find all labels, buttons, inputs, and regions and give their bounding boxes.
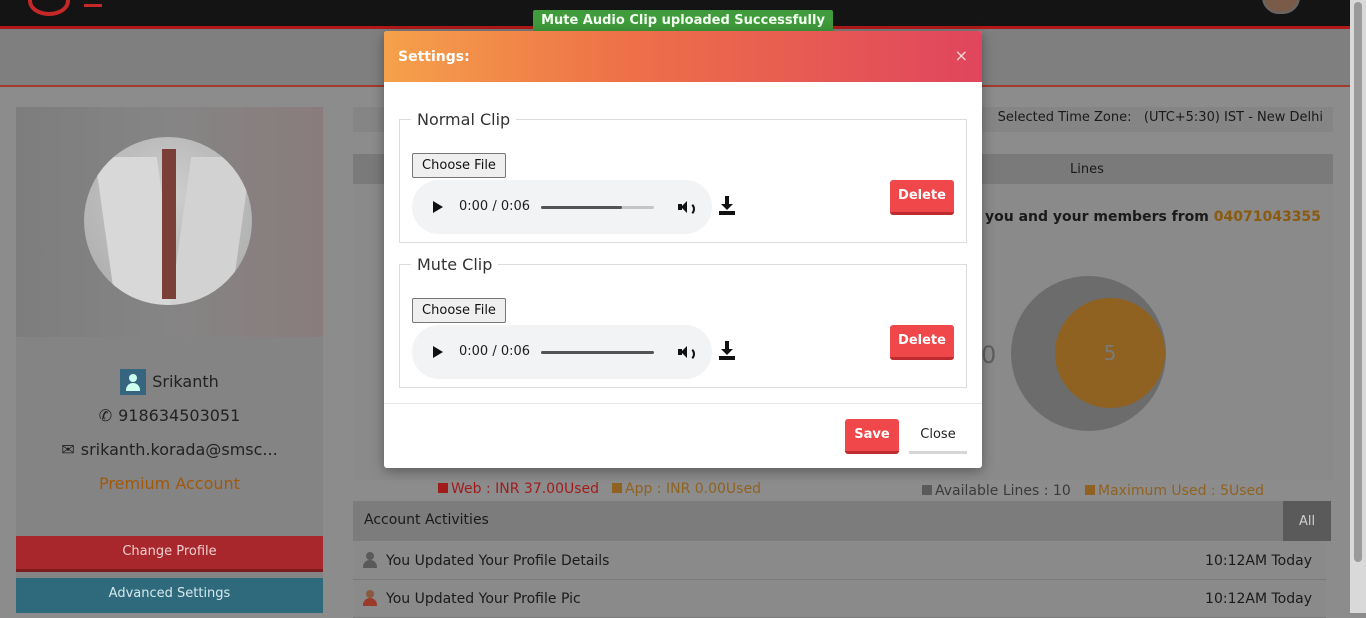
activity-time: 10:12AM Today <box>1205 553 1312 569</box>
volume-icon[interactable] <box>678 200 695 216</box>
audio-seek-fill <box>541 351 654 354</box>
normal-clip-audio-player: 0:00 / 0:06 <box>412 180 712 234</box>
legend-app: App : INR 0.00Used <box>612 481 761 497</box>
normal-clip-legend: Normal Clip <box>417 110 511 129</box>
audio-time: 0:00 / 0:06 <box>459 199 531 214</box>
profile-email-row: ✉ srikanth.korada@smsc... <box>16 433 323 467</box>
activity-text: You Updated Your Profile Details <box>386 553 610 569</box>
audio-seek-fill <box>541 206 623 209</box>
success-toast: Mute Audio Clip uploaded Successfully <box>533 10 833 33</box>
donut-chart-center: 5 <box>1055 298 1165 408</box>
play-icon[interactable] <box>433 201 443 213</box>
settings-modal: Settings: × Normal Clip Choose File 0:00… <box>384 31 982 468</box>
user-pic-icon <box>362 590 378 606</box>
legend-maximum-swatch <box>1085 485 1095 495</box>
close-button[interactable]: Close <box>909 419 967 454</box>
legend-app-swatch <box>612 483 622 493</box>
change-profile-button[interactable]: Change Profile <box>16 536 323 572</box>
audio-seek-bar[interactable] <box>541 351 654 354</box>
save-button[interactable]: Save <box>845 419 899 454</box>
user-avatar[interactable] <box>1262 0 1300 14</box>
profile-name-row: Srikanth <box>16 365 323 399</box>
tab-lines[interactable]: Lines <box>1070 162 1104 177</box>
timezone-label: Selected Time Zone: <box>997 110 1132 125</box>
timezone-value[interactable]: (UTC+5:30) IST - New Delhi <box>1144 110 1323 125</box>
legend-web-swatch <box>438 483 448 493</box>
modal-title: Settings: <box>398 49 470 65</box>
profile-phone: 918634503051 <box>118 406 241 425</box>
mute-clip-legend: Mute Clip <box>417 255 493 274</box>
volume-icon[interactable] <box>678 345 695 361</box>
lines-number: 04071043355 <box>1213 209 1321 225</box>
profile-card: Srikanth ✆ 918634503051 ✉ srikanth.korad… <box>16 107 323 613</box>
activities-all-button[interactable]: All <box>1283 501 1331 541</box>
scrollbar-thumb[interactable] <box>1354 2 1362 562</box>
brand-logo[interactable] <box>28 0 70 16</box>
modal-footer-divider <box>384 403 982 404</box>
mute-clip-audio-player: 0:00 / 0:06 <box>412 325 712 379</box>
profile-phone-row: ✆ 918634503051 <box>16 399 323 433</box>
timezone-text: Selected Time Zone: (UTC+5:30) IST - New… <box>998 110 1323 125</box>
activity-row[interactable]: You Updated Your Profile Pic 10:12AM Tod… <box>353 580 1326 618</box>
lines-info-text: you and your members from 04071043355 <box>985 209 1321 225</box>
download-icon[interactable] <box>718 196 736 216</box>
user-icon <box>120 369 147 395</box>
legend-web: Web : INR 37.00Used <box>438 481 599 497</box>
legend-available-swatch <box>922 485 932 495</box>
profile-email: srikanth.korada@smsc... <box>80 440 278 459</box>
advanced-settings-button[interactable]: Advanced Settings <box>16 578 323 613</box>
page-scrollbar[interactable] <box>1350 0 1366 613</box>
activity-text: You Updated Your Profile Pic <box>386 591 581 607</box>
audio-seek-bar[interactable] <box>541 206 654 209</box>
phone-icon: ✆ <box>98 406 113 425</box>
profile-photo-background <box>16 107 323 337</box>
legend-available: Available Lines : 10 <box>922 483 1071 499</box>
mute-clip-section: Mute Clip Choose File 0:00 / 0:06 Delete <box>399 255 967 388</box>
modal-header: Settings: × <box>384 31 982 82</box>
play-icon[interactable] <box>433 346 443 358</box>
mute-clip-delete-button[interactable]: Delete <box>890 325 954 360</box>
brand-logo-text <box>84 0 102 7</box>
profile-photo[interactable] <box>84 137 252 305</box>
envelope-icon: ✉ <box>61 440 75 459</box>
account-type: Premium Account <box>99 474 240 493</box>
close-icon[interactable]: × <box>955 46 968 65</box>
normal-clip-section: Normal Clip Choose File 0:00 / 0:06 Dele… <box>399 110 967 243</box>
user-icon <box>362 552 378 568</box>
download-icon[interactable] <box>718 341 736 361</box>
normal-clip-delete-button[interactable]: Delete <box>890 180 954 215</box>
account-type-row: Premium Account <box>16 467 323 501</box>
account-activities-header: Account Activities All <box>353 501 1331 541</box>
activity-time: 10:12AM Today <box>1205 591 1312 607</box>
account-activities-title: Account Activities <box>364 512 489 528</box>
profile-name: Srikanth <box>152 372 219 391</box>
normal-clip-choose-file-button[interactable]: Choose File <box>412 153 506 178</box>
legend-maximum: Maximum Used : 5Used <box>1085 483 1264 499</box>
profile-info: Srikanth ✆ 918634503051 ✉ srikanth.korad… <box>16 365 323 501</box>
activity-row[interactable]: You Updated Your Profile Details 10:12AM… <box>353 542 1326 580</box>
mute-clip-choose-file-button[interactable]: Choose File <box>412 298 506 323</box>
audio-time: 0:00 / 0:06 <box>459 344 531 359</box>
donut-left-value: 0 <box>981 341 997 369</box>
